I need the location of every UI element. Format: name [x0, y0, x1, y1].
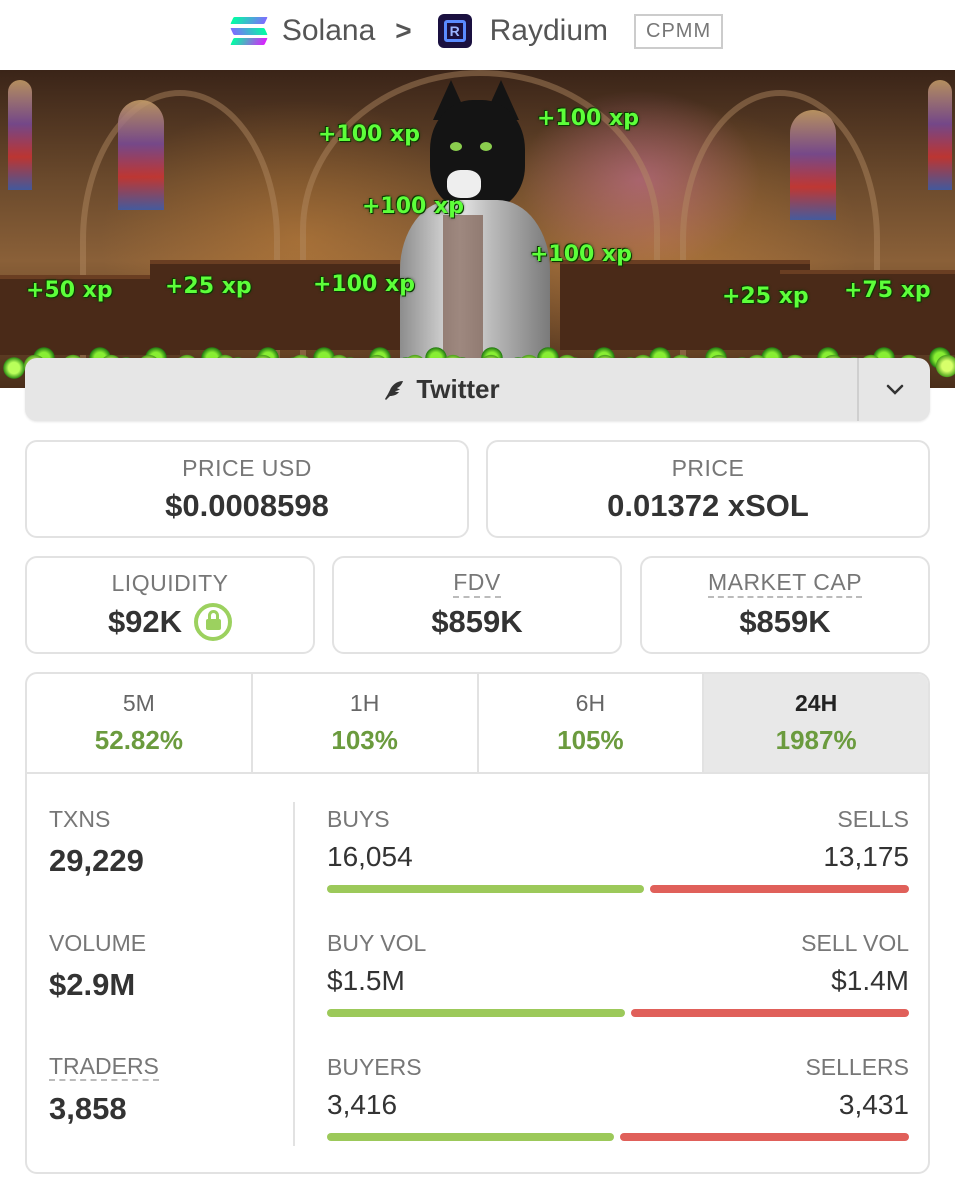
traders-ratio-bar	[327, 1133, 909, 1141]
xp-label: +25 xp	[722, 284, 809, 309]
fdv-label[interactable]: FDV	[453, 570, 501, 598]
sell-vol-label: SELL VOL	[801, 930, 909, 956]
tab-6h[interactable]: 6H 105%	[479, 674, 705, 772]
timeframe-tabs: 5M 52.82% 1H 103% 6H 105% 24H 1987%	[27, 674, 928, 774]
tab-1h[interactable]: 1H 103%	[253, 674, 479, 772]
sell-bar	[630, 1009, 909, 1017]
tab-5m[interactable]: 5M 52.82%	[27, 674, 253, 772]
xp-label: +25 xp	[165, 274, 252, 299]
xp-label: +75 xp	[844, 278, 931, 303]
tab-label: 24H	[795, 690, 838, 716]
trading-stats-panel: 5M 52.82% 1H 103% 6H 105% 24H 1987% TXNS…	[25, 672, 930, 1174]
fdv-card: FDV $859K	[332, 556, 622, 654]
market-cap-card: MARKET CAP $859K	[640, 556, 930, 654]
totals-column: TXNS 29,229 VOLUME $2.9M TRADERS 3,858	[27, 774, 293, 1172]
liquidity-value: $92K	[107, 603, 183, 639]
raydium-icon: R	[437, 14, 472, 48]
buys-label: BUYS	[327, 806, 390, 832]
price-usd-value: $0.0008598	[165, 487, 329, 523]
price-change: 52.82%	[94, 725, 183, 755]
social-links-bar: Twitter	[25, 358, 930, 421]
sells-label: SELLS	[837, 806, 909, 832]
buy-vol-label: BUY VOL	[327, 930, 427, 956]
buyers-sellers-row: BUYERS SELLERS 3,416 3,431	[327, 1054, 909, 1141]
tab-label: 6H	[575, 690, 606, 716]
liquidity-value-row: $92K	[107, 602, 233, 641]
tab-label: 1H	[349, 690, 380, 716]
txns-stat: TXNS 29,229	[49, 806, 144, 879]
feather-icon	[385, 380, 404, 400]
sellers-label: SELLERS	[805, 1054, 909, 1080]
pool-type-badge: CPMM	[634, 13, 724, 49]
volume-ratio-bar	[327, 1009, 909, 1017]
sells-value: 13,175	[823, 841, 909, 872]
xp-label: +100 xp	[530, 242, 632, 267]
liquidity-label: LIQUIDITY	[111, 569, 229, 596]
xp-label: +100 xp	[362, 194, 464, 219]
twitter-link-button[interactable]: Twitter	[25, 358, 857, 421]
xp-label: +50 xp	[26, 278, 113, 303]
price-change: 103%	[331, 725, 398, 755]
price-usd-card: PRICE USD $0.0008598	[25, 440, 469, 538]
traders-stat: TRADERS 3,858	[49, 1053, 159, 1127]
xp-label: +100 xp	[313, 272, 415, 297]
txns-value: 29,229	[49, 843, 144, 878]
price-change: 105%	[557, 725, 624, 755]
market-cap-label[interactable]: MARKET CAP	[707, 570, 863, 598]
sellers-value: 3,431	[838, 1089, 909, 1120]
price-native-card: PRICE 0.01372 xSOL	[486, 440, 930, 538]
buyers-value: 3,416	[327, 1089, 398, 1120]
buys-sells-row: BUYS SELLS 16,054 13,175	[327, 806, 909, 893]
sell-bar	[649, 885, 909, 893]
solana-icon	[230, 17, 268, 45]
traders-label[interactable]: TRADERS	[49, 1053, 159, 1082]
buyers-label: BUYERS	[327, 1054, 422, 1080]
breadcrumb: Solana > R Raydium CPMM	[0, 0, 955, 62]
price-usd-label: PRICE USD	[182, 454, 312, 481]
sell-bar	[620, 1133, 909, 1141]
fdv-value: $859K	[431, 603, 523, 639]
breadcrumb-dex[interactable]: Raydium	[490, 14, 608, 48]
txns-label: TXNS	[49, 806, 111, 832]
tab-label: 5M	[122, 690, 155, 716]
buys-sells-ratio-bar	[327, 885, 909, 893]
token-banner-image: +100 xp +100 xp +100 xp +100 xp +100 xp …	[0, 70, 955, 388]
liquidity-card: LIQUIDITY $92K	[25, 556, 315, 654]
buy-bar	[327, 1133, 615, 1141]
links-dropdown-button[interactable]	[857, 358, 930, 421]
breadcrumb-chain[interactable]: Solana	[282, 14, 375, 48]
buy-bar	[327, 885, 644, 893]
volume-value: $2.9M	[49, 967, 136, 1002]
chevron-down-icon	[886, 384, 903, 395]
sell-vol-value: $1.4M	[831, 965, 909, 996]
price-native-value: 0.01372 xSOL	[607, 487, 809, 523]
buys-value: 16,054	[327, 841, 413, 872]
traders-value: 3,858	[49, 1091, 127, 1127]
buy-sell-volume-row: BUY VOL SELL VOL $1.5M $1.4M	[327, 930, 909, 1017]
market-cap-value: $859K	[739, 603, 831, 639]
xp-label: +100 xp	[537, 106, 639, 131]
volume-stat: VOLUME $2.9M	[49, 930, 146, 1003]
buy-bar	[327, 1009, 625, 1017]
volume-label: VOLUME	[49, 930, 147, 956]
twitter-label: Twitter	[416, 374, 500, 404]
buy-vol-value: $1.5M	[327, 965, 405, 996]
tab-24h[interactable]: 24H 1987%	[704, 674, 928, 772]
lock-icon[interactable]	[194, 602, 233, 641]
column-divider	[293, 802, 295, 1146]
xp-label: +100 xp	[318, 122, 420, 147]
price-native-label: PRICE	[671, 454, 745, 481]
price-change: 1987%	[775, 725, 857, 755]
breadcrumb-separator: >	[395, 15, 412, 46]
